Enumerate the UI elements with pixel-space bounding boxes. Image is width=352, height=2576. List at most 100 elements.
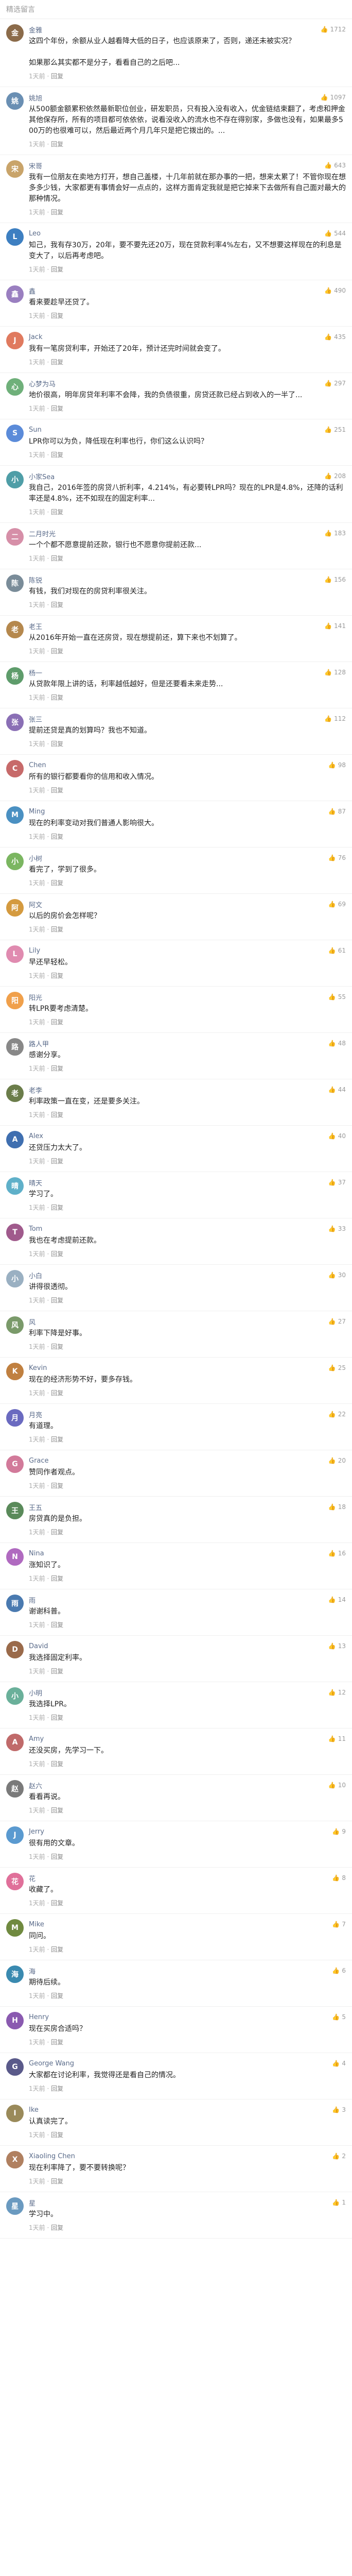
- avatar[interactable]: H: [6, 2012, 24, 2029]
- comment-username[interactable]: Mike: [29, 1921, 44, 1928]
- like-button[interactable]: 👍 22: [328, 1411, 346, 1418]
- avatar[interactable]: 小: [6, 1687, 24, 1705]
- avatar[interactable]: 月: [6, 1409, 24, 1427]
- like-button[interactable]: 👍 27: [328, 1318, 346, 1325]
- like-button[interactable]: 👍 14: [328, 1596, 346, 1603]
- avatar[interactable]: G: [6, 1455, 24, 1473]
- avatar[interactable]: X: [6, 2151, 24, 2168]
- comment-username[interactable]: Grace: [29, 1457, 49, 1465]
- reply-button[interactable]: 回复: [51, 1250, 63, 1258]
- avatar[interactable]: 二: [6, 528, 24, 546]
- reply-button[interactable]: 回复: [51, 926, 63, 933]
- like-button[interactable]: 👍 183: [324, 530, 346, 537]
- reply-button[interactable]: 回复: [51, 2085, 63, 2092]
- avatar[interactable]: 张: [6, 714, 24, 731]
- avatar[interactable]: L: [6, 945, 24, 963]
- avatar[interactable]: 姚: [6, 92, 24, 110]
- like-button[interactable]: 👍 297: [324, 380, 346, 387]
- like-button[interactable]: 👍 435: [324, 333, 346, 341]
- reply-button[interactable]: 回复: [51, 1343, 63, 1350]
- avatar[interactable]: 雨: [6, 1595, 24, 1612]
- avatar[interactable]: I: [6, 2105, 24, 2122]
- like-button[interactable]: 👍 12: [328, 1689, 346, 1696]
- reply-button[interactable]: 回复: [51, 1436, 63, 1443]
- avatar[interactable]: 宋: [6, 160, 24, 178]
- comment-username[interactable]: Tom: [29, 1225, 42, 1233]
- reply-button[interactable]: 回复: [51, 451, 63, 459]
- comment-username[interactable]: Nina: [29, 1550, 44, 1557]
- comment-username[interactable]: 姚旭: [29, 93, 42, 103]
- like-button[interactable]: 👍 6: [332, 1967, 346, 1974]
- avatar[interactable]: J: [6, 1826, 24, 1844]
- avatar[interactable]: A: [6, 1131, 24, 1148]
- reply-button[interactable]: 回复: [51, 1482, 63, 1489]
- comment-username[interactable]: 小树: [29, 853, 42, 863]
- comment-username[interactable]: 月亮: [29, 1410, 42, 1419]
- comment-username[interactable]: 小明: [29, 1688, 42, 1698]
- reply-button[interactable]: 回复: [51, 266, 63, 273]
- like-button[interactable]: 👍 3: [332, 2106, 346, 2113]
- reply-button[interactable]: 回复: [51, 73, 63, 80]
- like-button[interactable]: 👍 11: [328, 1735, 346, 1742]
- avatar[interactable]: 赵: [6, 1780, 24, 1798]
- like-button[interactable]: 👍 98: [328, 761, 346, 769]
- comment-username[interactable]: 老王: [29, 621, 42, 631]
- like-button[interactable]: 👍 61: [328, 947, 346, 954]
- avatar[interactable]: 杨: [6, 667, 24, 685]
- reply-button[interactable]: 回复: [51, 648, 63, 655]
- like-button[interactable]: 👍 13: [328, 1642, 346, 1650]
- comment-username[interactable]: 晴天: [29, 1178, 42, 1188]
- reply-button[interactable]: 回复: [51, 2224, 63, 2231]
- avatar[interactable]: M: [6, 806, 24, 824]
- reply-button[interactable]: 回复: [51, 1065, 63, 1072]
- reply-button[interactable]: 回复: [51, 1992, 63, 1999]
- like-button[interactable]: 👍 18: [328, 1503, 346, 1511]
- avatar[interactable]: A: [6, 1734, 24, 1751]
- avatar[interactable]: K: [6, 1363, 24, 1380]
- comment-username[interactable]: 风: [29, 1317, 36, 1327]
- like-button[interactable]: 👍 251: [324, 426, 346, 433]
- avatar[interactable]: 阿: [6, 899, 24, 917]
- reply-button[interactable]: 回复: [51, 1389, 63, 1397]
- like-button[interactable]: 👍 8: [332, 1874, 346, 1882]
- like-button[interactable]: 👍 55: [328, 993, 346, 1001]
- reply-button[interactable]: 回复: [51, 1111, 63, 1118]
- comment-username[interactable]: Kevin: [29, 1364, 47, 1372]
- avatar[interactable]: 陈: [6, 574, 24, 592]
- like-button[interactable]: 👍 69: [328, 901, 346, 908]
- avatar[interactable]: T: [6, 1224, 24, 1241]
- reply-button[interactable]: 回复: [51, 2131, 63, 2139]
- like-button[interactable]: 👍 2: [332, 2153, 346, 2160]
- comment-username[interactable]: 张三: [29, 714, 42, 724]
- avatar[interactable]: S: [6, 425, 24, 442]
- comment-username[interactable]: 花: [29, 1873, 36, 1883]
- avatar[interactable]: 小: [6, 471, 24, 488]
- like-button[interactable]: 👍 20: [328, 1457, 346, 1464]
- like-button[interactable]: 👍 1: [332, 2199, 346, 2206]
- like-button[interactable]: 👍 1712: [321, 26, 346, 33]
- avatar[interactable]: 王: [6, 1502, 24, 1519]
- reply-button[interactable]: 回复: [51, 1760, 63, 1768]
- like-button[interactable]: 👍 25: [328, 1364, 346, 1371]
- like-button[interactable]: 👍 40: [328, 1132, 346, 1140]
- reply-button[interactable]: 回复: [51, 1575, 63, 1582]
- reply-button[interactable]: 回复: [51, 359, 63, 366]
- comment-username[interactable]: 小家Sea: [29, 471, 55, 481]
- avatar[interactable]: 路: [6, 1038, 24, 1056]
- avatar[interactable]: 小: [6, 853, 24, 870]
- comment-username[interactable]: Henry: [29, 2013, 49, 2021]
- comment-username[interactable]: 阳光: [29, 992, 42, 1002]
- avatar[interactable]: 金: [6, 24, 24, 42]
- comment-username[interactable]: Sun: [29, 426, 42, 434]
- comment-username[interactable]: 路人甲: [29, 1039, 49, 1048]
- comment-username[interactable]: Alex: [29, 1132, 43, 1140]
- reply-button[interactable]: 回复: [51, 1946, 63, 1953]
- comment-username[interactable]: 杨一: [29, 668, 42, 677]
- like-button[interactable]: 👍 208: [324, 472, 346, 480]
- reply-button[interactable]: 回复: [51, 787, 63, 794]
- reply-button[interactable]: 回复: [51, 1204, 63, 1211]
- like-button[interactable]: 👍 10: [328, 1782, 346, 1789]
- avatar[interactable]: 星: [6, 2197, 24, 2215]
- avatar[interactable]: L: [6, 228, 24, 246]
- like-button[interactable]: 👍 16: [328, 1550, 346, 1557]
